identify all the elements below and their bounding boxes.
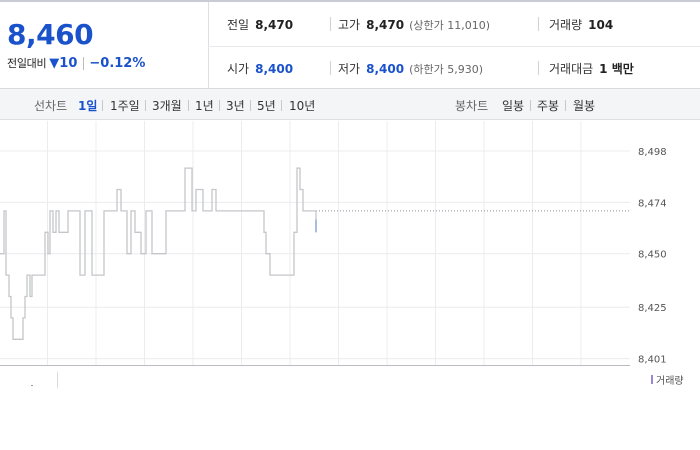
stat-label: 거래량 [549,18,583,32]
toolbar-separator [530,100,531,111]
period-3month[interactable]: 3개월 [152,97,182,114]
period-1week[interactable]: 1주일 [110,97,140,114]
stock-quote-widget: 8,460 전일대비 ▼ 10 −0.12% 전일 8,470 고가 8,470… [0,0,700,450]
down-arrow-icon: ▼ [49,55,60,71]
volume-legend-label: 거래량 [656,376,684,387]
stat-trade-value: 거래대금 1 백만 [549,60,634,77]
stats-row-divider [208,46,700,47]
stat-label: 고가 [338,18,361,32]
volume-axis-mark [31,385,33,386]
change-value: 10 [59,55,78,71]
stat-lower-limit: (하한가 5,930) [409,63,483,76]
stat-value: 1 백만 [599,62,634,76]
stat-value: 8,400 [366,62,405,76]
stat-value: 8,470 [366,18,405,32]
panel-divider [208,2,209,88]
toolbar-separator [188,100,189,111]
price-panel: 8,460 전일대비 ▼ 10 −0.12% [0,2,208,88]
line-chart-label: 선차트 [34,99,68,113]
current-price: 8,460 [7,18,94,51]
stat-value: 104 [588,18,614,32]
period-1day[interactable]: 1일 [78,97,97,114]
stat-open: 시가 8,400 [227,60,293,77]
stat-volume: 거래량 104 [549,16,613,33]
y-axis-tick-label: 8,401 [638,355,667,366]
period-3year[interactable]: 3년 [226,97,245,114]
stat-upper-limit: (상한가 11,010) [409,19,490,32]
chart-horizontal-grid [0,150,630,360]
stat-label: 거래대금 [549,62,594,76]
period-10year[interactable]: 10년 [289,97,315,114]
stat-divider [538,61,539,75]
stat-high: 고가 8,470 (상한가 11,010) [338,16,490,33]
toolbar-separator [250,100,251,111]
volume-axis-tick [57,372,58,388]
y-axis-tick-label: 8,450 [638,250,667,261]
candle-monthly[interactable]: 월봉 [573,97,595,114]
period-5year[interactable]: 5년 [257,97,276,114]
stat-prev-close: 전일 8,470 [227,16,293,33]
stat-divider [330,61,331,75]
candle-weekly[interactable]: 주봉 [537,97,559,114]
stat-label: 전일 [227,18,250,32]
chart-bottom-border [0,365,630,366]
y-axis-labels: 8,498 8,474 8,450 8,425 8,401 [638,147,667,366]
toolbar-separator [219,100,220,111]
volume-legend-swatch [651,375,653,384]
change-row: 전일대비 ▼ 10 −0.12% [7,55,145,71]
toolbar-separator [565,100,566,111]
volume-legend: 거래량 [651,372,684,387]
y-axis-tick-label: 8,425 [638,303,667,314]
period-1year[interactable]: 1년 [195,97,214,114]
change-percent: −0.12% [89,55,146,71]
stat-low: 저가 8,400 (하한가 5,930) [338,60,483,77]
toolbar-separator [102,100,103,111]
stat-value: 8,400 [255,62,294,76]
stat-divider [538,17,539,31]
candle-daily[interactable]: 일봉 [502,97,524,114]
chart-toolbar: 선차트 1일 1주일 3개월 1년 3년 5년 10년 봉차트 일봉 주봉 월봉 [0,89,700,120]
y-axis-tick-label: 8,498 [638,147,667,158]
stat-label: 시가 [227,62,250,76]
stat-label: 저가 [338,62,361,76]
change-divider [83,56,85,70]
candle-chart-label: 봉차트 [455,99,489,113]
toolbar-separator [145,100,146,111]
price-chart-svg: 8,498 8,474 8,450 8,425 8,401 [0,121,667,366]
change-label: 전일대비 [7,57,47,70]
stat-value: 8,470 [255,18,294,32]
toolbar-separator [281,100,282,111]
price-chart: 8,498 8,474 8,450 8,425 8,401 [0,121,700,366]
stat-divider [330,17,331,31]
y-axis-tick-label: 8,474 [638,198,667,209]
